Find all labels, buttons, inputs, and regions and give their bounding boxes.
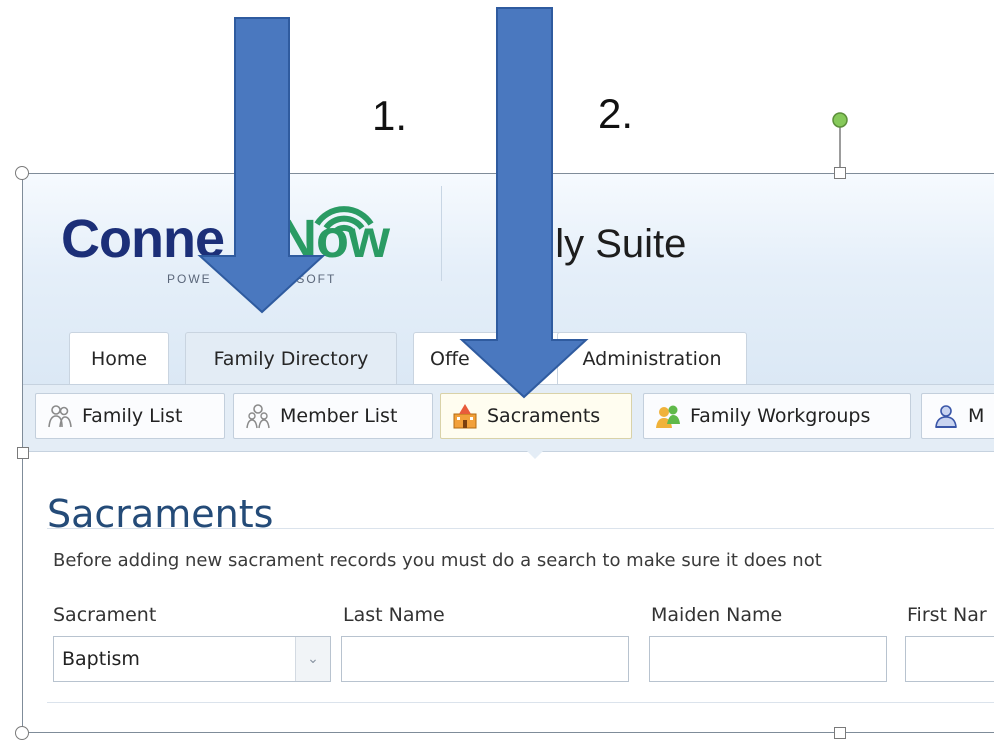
active-pointer [526,450,544,459]
sacrament-label: Sacrament [53,604,157,626]
sacrament-select[interactable]: Baptism ⌄ [53,636,331,682]
page-title: Sacraments [47,492,274,536]
sub-toolbar: Family List Member List Sacraments Famil… [23,384,994,452]
intro-text: Before adding new sacrament records you … [53,550,822,571]
member-list-button[interactable]: Member List [233,393,433,439]
logo-subtitle: POWE [167,272,212,286]
church-icon [453,404,477,429]
chevron-down-icon[interactable]: ⌄ [295,637,330,681]
app-screenshot: Conne Now POWE ARISHSOFT mily Suite Home F… [22,173,994,733]
maiden-name-label: Maiden Name [651,604,783,626]
resize-handle-bottom [834,727,846,739]
sacraments-label: Sacraments [487,405,601,427]
logo-subtitle-b: ARISHSOFT [249,272,337,286]
form-divider [47,702,994,703]
workgroup-icon [656,405,680,428]
suite-title: mily Suite [513,222,687,266]
member-list-icon [246,404,270,429]
tab-offerings[interactable]: Offe [413,332,571,384]
logo-text: Conne [61,209,225,269]
header-divider [441,186,442,281]
first-name-input[interactable] [905,636,994,682]
resize-handle-top [834,167,846,179]
family-workgroups-label: Family Workgroups [690,405,871,427]
resize-handle-top-left [15,166,29,180]
sacrament-select-value: Baptism [62,648,140,670]
family-list-icon [48,405,72,428]
family-workgroups-button[interactable]: Family Workgroups [643,393,911,439]
tab-administration[interactable]: Administration [557,332,747,384]
logo-text-now: Now [278,209,390,269]
title-divider [47,528,994,529]
tab-home[interactable]: Home [69,332,169,384]
resize-handle-left [17,447,29,459]
step-1-label: 1. [372,92,408,139]
user-icon [935,405,957,428]
family-list-button[interactable]: Family List [35,393,225,439]
first-name-label: First Nar [907,604,987,626]
sacraments-button[interactable]: Sacraments [440,393,632,439]
resize-handle-bottom-left [15,726,29,740]
family-list-label: Family List [82,405,183,427]
header: Conne Now POWE ARISHSOFT mily Suite Home F… [23,174,994,384]
connectnow-logo: Conne Now POWE ARISHSOFT [61,196,421,296]
maiden-name-input[interactable] [649,636,887,682]
member-list-label: Member List [280,405,398,427]
tab-family-directory[interactable]: Family Directory [185,332,397,384]
more-subnav-label: M [968,405,985,427]
last-name-label: Last Name [343,604,445,626]
step-2-label: 2. [598,90,634,137]
last-name-input[interactable] [341,636,629,682]
rotate-handle-icon [832,112,848,128]
more-subnav-button[interactable]: M [921,393,994,439]
